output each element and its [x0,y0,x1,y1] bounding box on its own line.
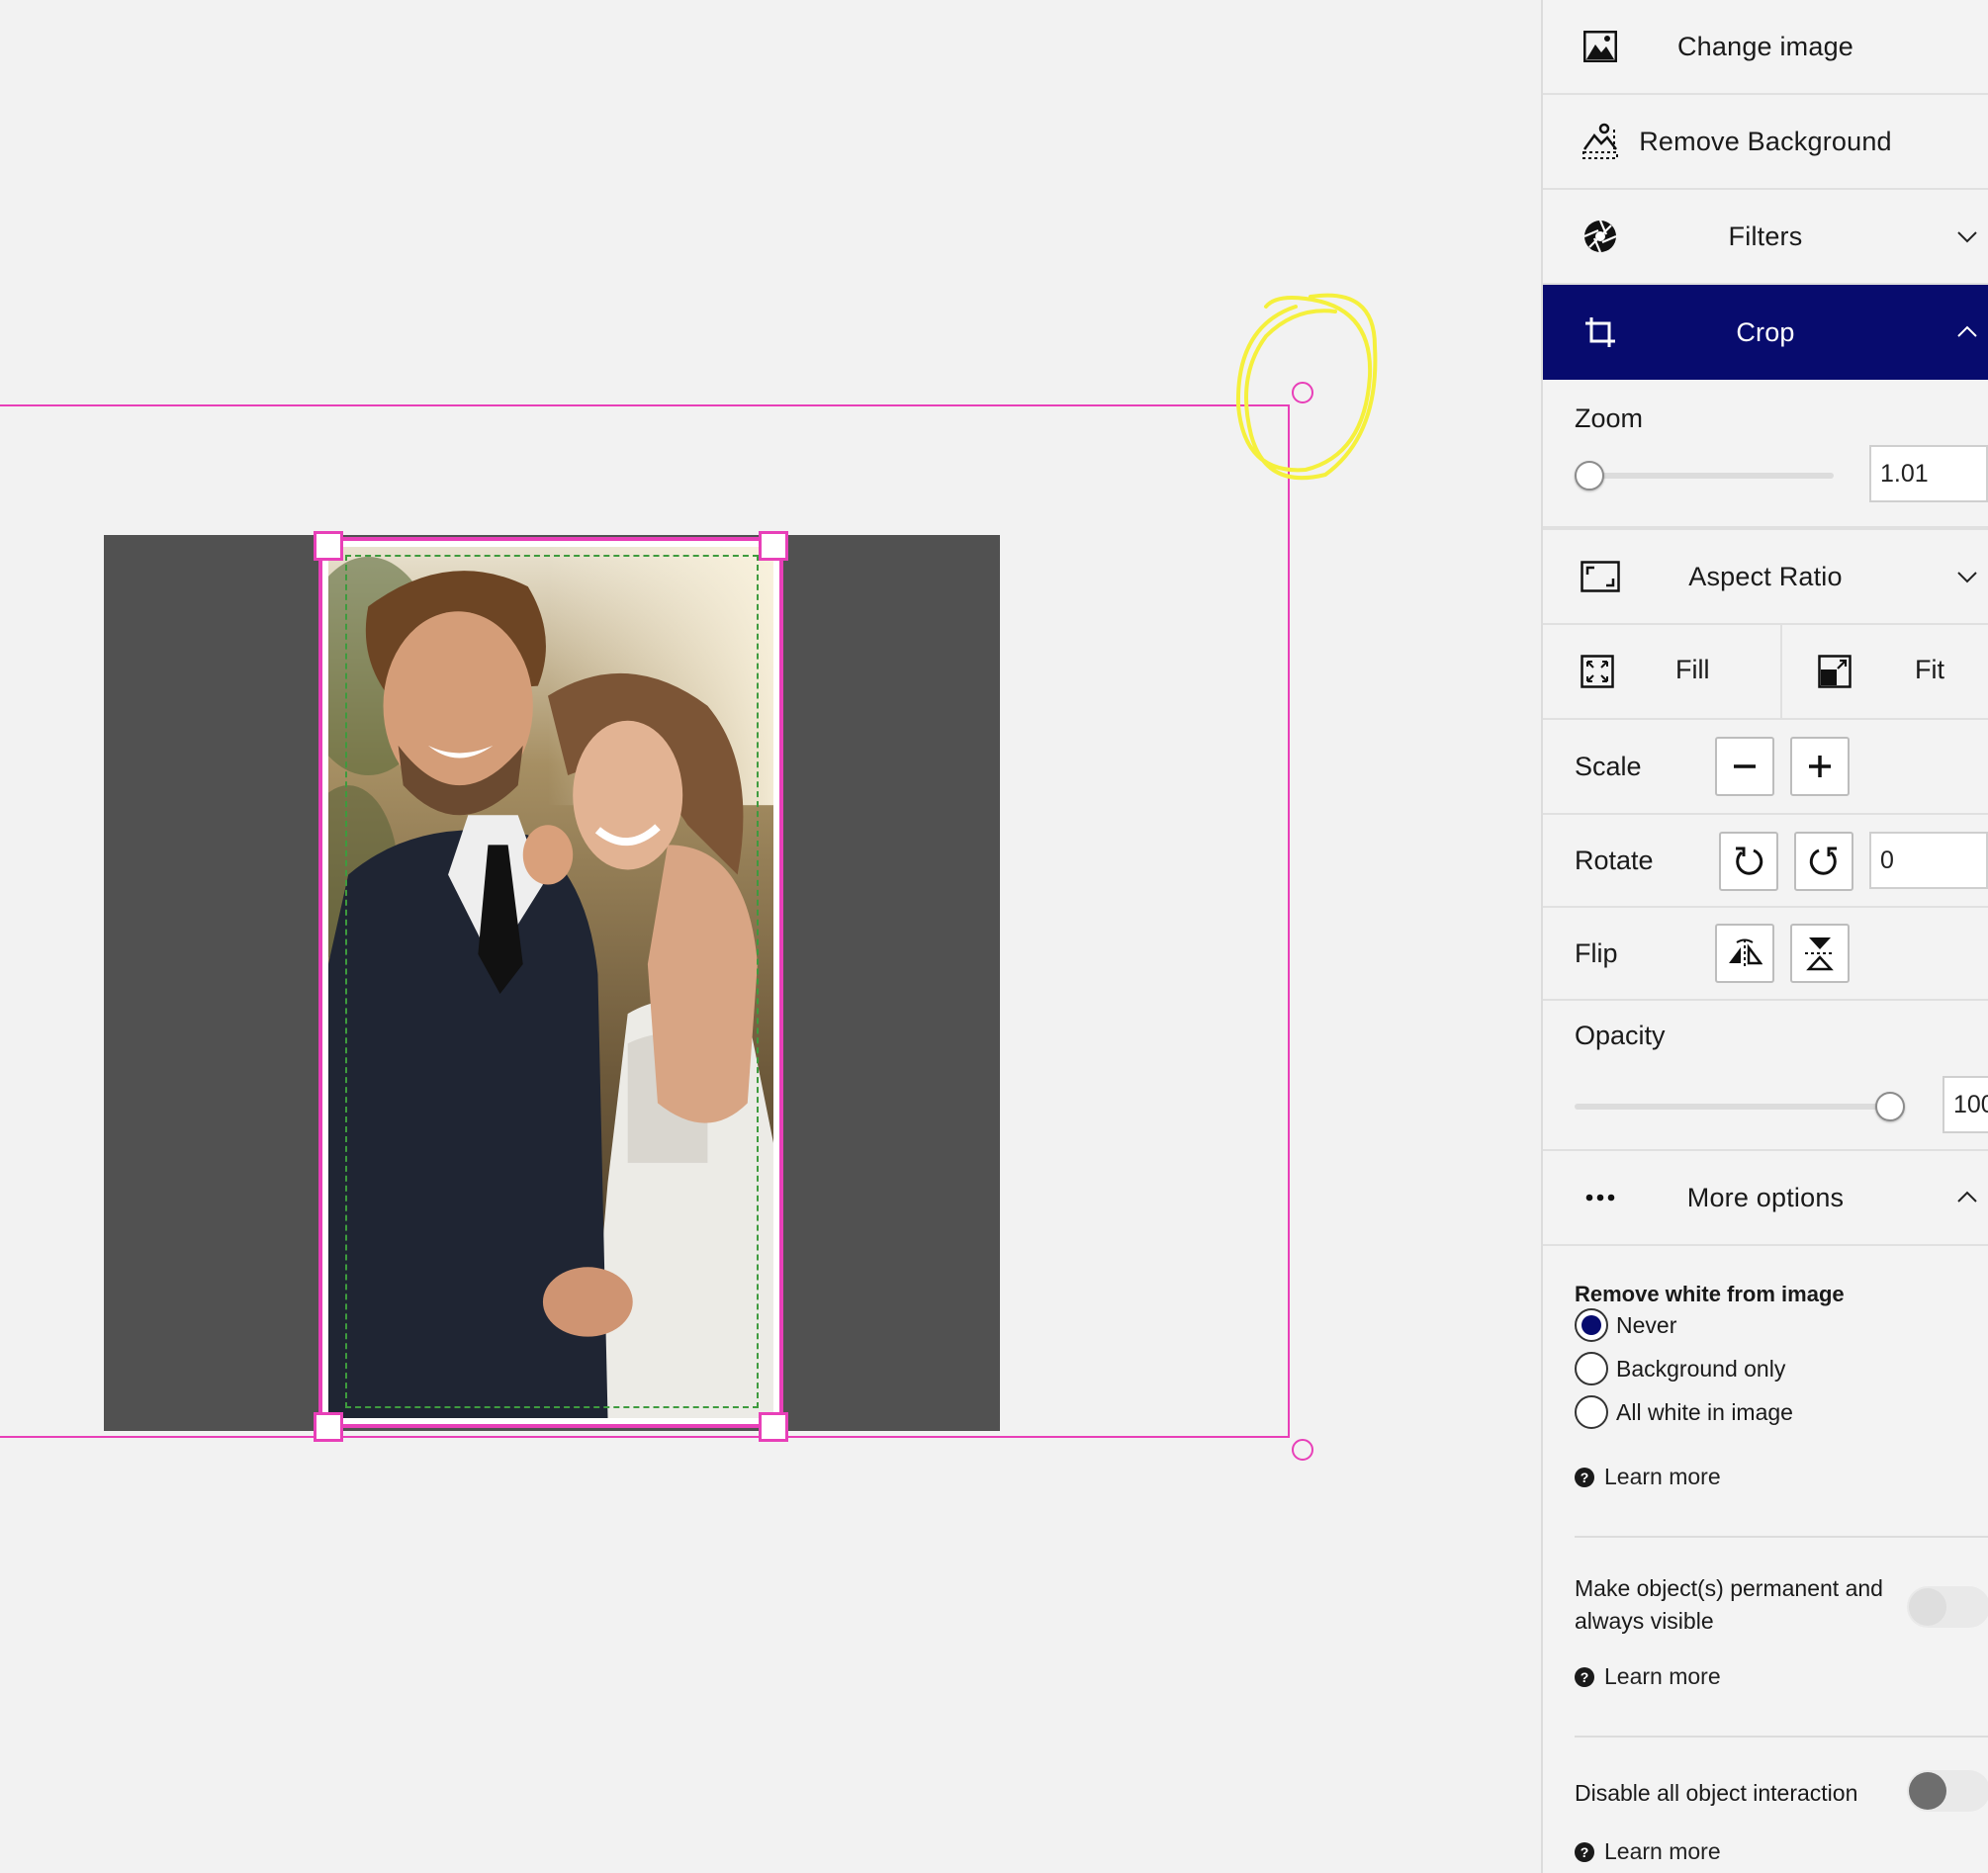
radio-never[interactable] [1575,1308,1608,1342]
selected-photo[interactable] [318,537,783,1428]
radio-option-all-white[interactable]: All white in image [1575,1390,1793,1434]
frame-rotate-handle-bottom-right[interactable] [1292,1439,1313,1461]
fill-fit-row: Fill Fit [1543,625,1988,720]
image-icon [1581,27,1620,66]
scale-up-button[interactable] [1790,737,1850,796]
crop-handle-top-left[interactable] [314,531,343,561]
learn-more-label: Learn more [1604,1464,1721,1489]
flip-vertical-button[interactable] [1790,924,1850,983]
fill-label: Fill [1675,655,1710,684]
opacity-label: Opacity [1575,1021,1666,1050]
radio-background-only[interactable] [1575,1352,1608,1385]
crop-handle-top-right[interactable] [759,531,788,561]
remove-white-radio-group: Never Background only All white in image [1575,1303,1793,1434]
help-icon: ? [1575,1666,1594,1687]
zoom-control: Zoom 1.01 [1543,380,1988,530]
opacity-value-input[interactable]: 100 [1943,1076,1988,1133]
rotate-row: Rotate 0 [1543,815,1988,908]
crop-handle-bottom-right[interactable] [759,1412,788,1442]
chevron-down-icon [1957,231,1977,243]
zoom-slider-knob[interactable] [1575,461,1604,491]
remove-background-icon [1581,122,1620,161]
fit-icon [1818,655,1852,693]
help-icon: ? [1575,1467,1594,1487]
crop-section-header[interactable]: Crop [1543,285,1988,380]
zoom-value-input[interactable]: 1.01 [1869,445,1988,502]
rotate-value-input[interactable]: 0 [1869,832,1988,889]
radio-all-white-label: All white in image [1616,1398,1793,1425]
flip-horizontal-icon [1729,938,1762,967]
yellow-highlight-annotation [1235,293,1378,481]
radio-background-only-label: Background only [1616,1355,1786,1382]
remove-background-button[interactable]: Remove Background [1543,95,1988,190]
more-options-button[interactable]: More options [1543,1151,1988,1246]
learn-more-link-disable-interaction[interactable]: ? Learn more [1575,1838,1721,1865]
zoom-label: Zoom [1575,403,1644,433]
divider [1575,1736,1988,1738]
flip-label: Flip [1575,937,1618,968]
permanent-label: Make object(s) permanent and always visi… [1575,1575,1883,1634]
more-options-content: Remove white from image Never Background… [1543,1246,1988,1873]
rotate-right-button[interactable] [1794,832,1853,891]
radio-never-label: Never [1616,1311,1677,1338]
flip-horizontal-button[interactable] [1715,924,1774,983]
disable-interaction-label: Disable all object interaction [1575,1780,1858,1806]
aperture-icon [1581,217,1620,256]
fit-label: Fit [1915,655,1944,684]
learn-more-link-permanent[interactable]: ? Learn more [1575,1663,1721,1690]
scale-down-button[interactable] [1715,737,1774,796]
learn-more-label: Learn more [1604,1838,1721,1864]
disable-interaction-toggle[interactable] [1907,1770,1988,1812]
crop-handle-bottom-left[interactable] [314,1412,343,1442]
opacity-slider-track[interactable] [1575,1104,1891,1110]
chevron-down-icon [1957,572,1977,583]
rotate-ccw-icon [1736,847,1763,875]
scale-label: Scale [1575,751,1642,781]
learn-more-link-remove-white[interactable]: ? Learn more [1575,1464,1721,1490]
image-tools-panel: Change image Remove Background Filters C… [1541,0,1988,1873]
crop-icon [1581,312,1620,352]
aspect-ratio-button[interactable]: Aspect Ratio [1543,530,1988,625]
radio-all-white[interactable] [1575,1395,1608,1429]
fill-button[interactable]: Fill [1543,625,1782,718]
permanent-toggle[interactable] [1907,1586,1988,1628]
minus-icon [1734,764,1756,768]
fill-icon [1581,655,1614,693]
design-canvas[interactable] [0,0,1541,1873]
flip-row: Flip [1543,908,1988,1001]
chevron-up-icon [1957,1191,1977,1203]
opacity-slider-knob[interactable] [1875,1092,1905,1121]
learn-more-label: Learn more [1604,1663,1721,1689]
scale-row: Scale [1543,720,1988,815]
rotate-left-button[interactable] [1719,832,1778,891]
zoom-slider-track[interactable] [1575,473,1834,479]
divider [1575,1536,1988,1538]
rotate-cw-icon [1809,847,1837,875]
help-icon: ? [1575,1841,1594,1862]
more-dots-icon [1581,1178,1620,1217]
rotate-label: Rotate [1575,845,1654,875]
change-image-button[interactable]: Change image [1543,0,1988,95]
opacity-control: Opacity 100 [1543,1001,1988,1151]
plus-icon [1809,756,1831,777]
chevron-up-icon [1957,325,1977,337]
flip-vertical-icon [1805,937,1835,971]
filters-button[interactable]: Filters [1543,190,1988,285]
fit-button[interactable]: Fit [1780,625,1988,718]
aspect-ratio-icon [1581,557,1620,596]
radio-option-background-only[interactable]: Background only [1575,1347,1793,1390]
wedding-photo-image [328,547,773,1418]
radio-option-never[interactable]: Never [1575,1303,1793,1347]
